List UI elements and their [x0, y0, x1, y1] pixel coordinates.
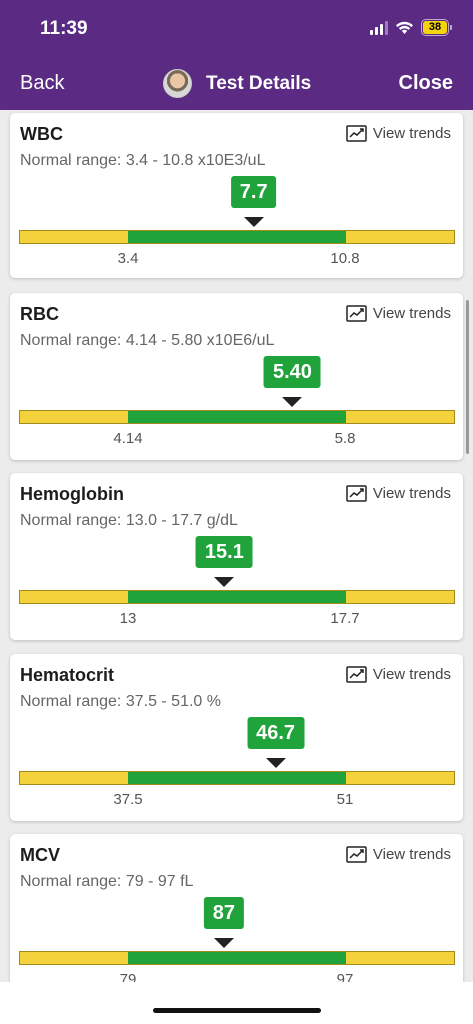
battery-icon: 38 — [421, 19, 452, 36]
normal-range-segment — [128, 411, 346, 423]
back-button[interactable]: Back — [20, 72, 64, 95]
battery-level: 38 — [423, 21, 447, 34]
normal-range-text: Normal range: 3.4 - 10.8 x10E3/uL — [20, 152, 266, 169]
test-name: Hemoglobin — [20, 484, 124, 504]
status-icons: 38 — [370, 19, 452, 36]
view-trends-button[interactable]: View trends — [346, 305, 451, 322]
view-trends-label: View trends — [372, 305, 451, 322]
range-bar — [19, 410, 455, 424]
result-value: 46.7 — [247, 717, 305, 749]
avatar — [163, 69, 192, 98]
normal-range-segment — [128, 591, 346, 603]
scrollbar[interactable] — [466, 300, 469, 454]
test-list[interactable]: WBC View trends Normal range: 3.4 - 10.8… — [0, 110, 473, 982]
test-card-hemoglobin: Hemoglobin View trends Normal range: 13.… — [10, 473, 463, 640]
range-high-label: 17.7 — [330, 610, 360, 627]
test-name: MCV — [20, 845, 60, 865]
view-trends-label: View trends — [372, 485, 451, 502]
test-name: RBC — [20, 304, 59, 324]
app-header: 11:39 38 Back Test Details Close — [0, 0, 473, 110]
result-value: 5.40 — [264, 356, 321, 388]
view-trends-label: View trends — [372, 666, 451, 683]
range-high-label: 10.8 — [330, 250, 360, 267]
test-name: WBC — [20, 124, 63, 144]
page-title: Test Details — [206, 72, 312, 94]
normal-range-text: Normal range: 13.0 - 17.7 g/dL — [20, 512, 238, 529]
test-card-wbc: WBC View trends Normal range: 3.4 - 10.8… — [10, 113, 463, 278]
trend-chart-icon — [346, 485, 367, 502]
close-button[interactable]: Close — [399, 72, 453, 95]
normal-range-text: Normal range: 79 - 97 fL — [20, 873, 194, 890]
trend-chart-icon — [346, 846, 367, 863]
test-card-hematocrit: Hematocrit View trends Normal range: 37.… — [10, 654, 463, 821]
test-card-mcv: MCV View trends Normal range: 79 - 97 fL… — [10, 834, 463, 982]
view-trends-label: View trends — [372, 846, 451, 863]
range-bar — [19, 590, 455, 604]
view-trends-button[interactable]: View trends — [346, 125, 451, 142]
normal-range-segment — [128, 952, 346, 964]
range-high-label: 97 — [336, 971, 354, 982]
range-bar — [19, 771, 455, 785]
result-value: 7.7 — [230, 176, 277, 208]
view-trends-button[interactable]: View trends — [346, 485, 451, 502]
range-bar — [19, 230, 455, 244]
home-bar-area — [0, 982, 473, 1024]
result-marker — [265, 758, 286, 768]
result-marker — [243, 217, 264, 227]
result-value: 15.1 — [195, 536, 253, 568]
trend-chart-icon — [346, 666, 367, 683]
normal-range-segment — [128, 231, 346, 243]
trend-chart-icon — [346, 125, 367, 142]
range-high-label: 51 — [336, 791, 354, 808]
range-bar — [19, 951, 455, 965]
normal-range-text: Normal range: 37.5 - 51.0 % — [20, 693, 221, 710]
result-marker — [213, 938, 234, 948]
range-low-label: 13 — [119, 610, 137, 627]
normal-range-text: Normal range: 4.14 - 5.80 x10E6/uL — [20, 332, 275, 349]
result-value: 87 — [203, 897, 244, 929]
range-low-label: 3.4 — [117, 250, 139, 267]
cellular-signal-icon — [370, 20, 388, 35]
view-trends-label: View trends — [372, 125, 451, 142]
test-card-rbc: RBC View trends Normal range: 4.14 - 5.8… — [10, 293, 463, 460]
range-low-label: 79 — [119, 971, 137, 982]
result-marker — [282, 397, 303, 407]
range-low-label: 4.14 — [113, 430, 143, 447]
status-time: 11:39 — [40, 18, 88, 39]
result-marker — [214, 577, 235, 587]
wifi-icon — [396, 21, 413, 34]
trend-chart-icon — [346, 305, 367, 322]
normal-range-segment — [128, 772, 346, 784]
view-trends-button[interactable]: View trends — [346, 846, 451, 863]
header-title-group: Test Details — [163, 69, 311, 98]
view-trends-button[interactable]: View trends — [346, 666, 451, 683]
range-high-label: 5.8 — [334, 430, 356, 447]
range-low-label: 37.5 — [113, 791, 143, 808]
home-indicator[interactable] — [153, 1008, 321, 1013]
test-name: Hematocrit — [20, 665, 115, 685]
